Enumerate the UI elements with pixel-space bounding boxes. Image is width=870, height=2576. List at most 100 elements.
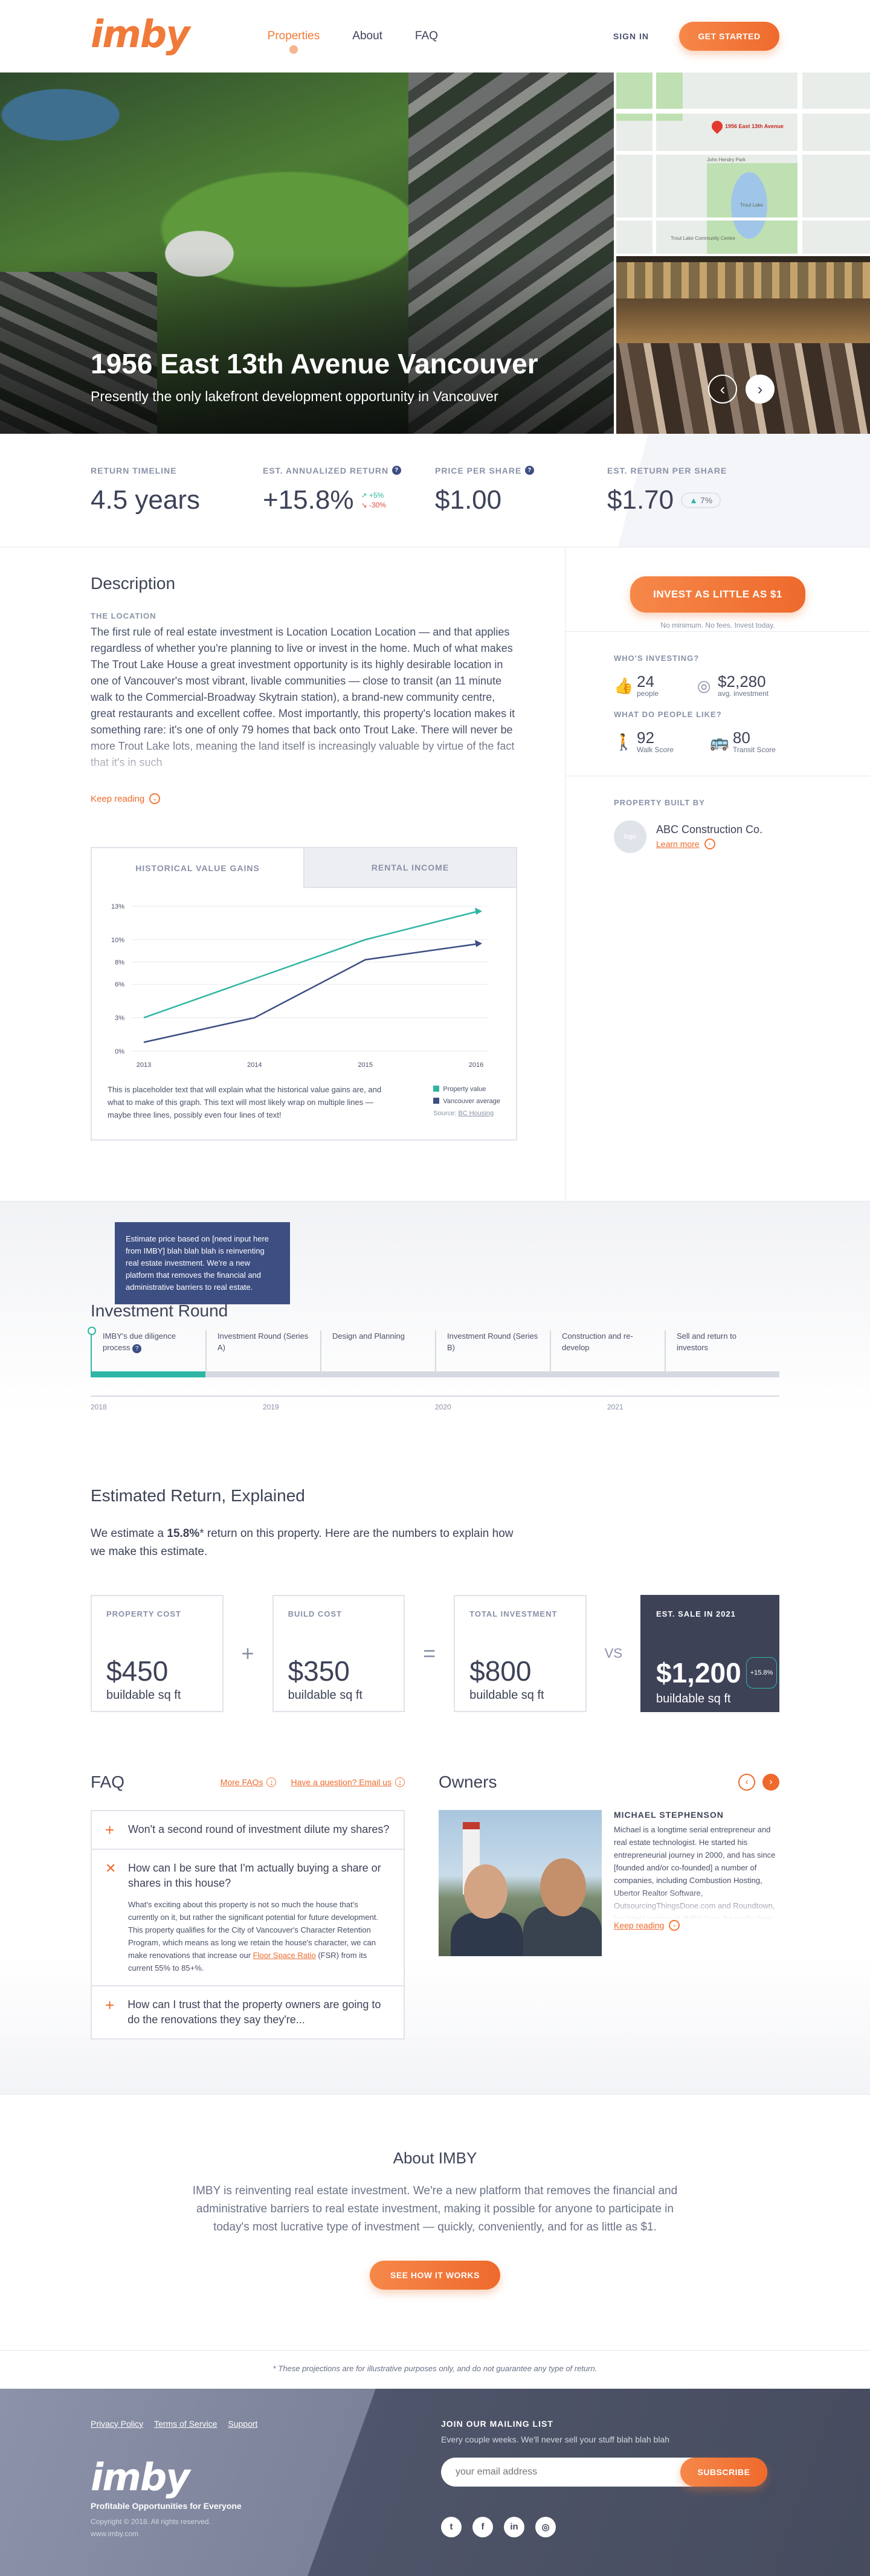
timeline-step[interactable]: Design and Planning bbox=[320, 1330, 435, 1377]
person-face bbox=[540, 1858, 586, 1916]
twitter-icon[interactable]: t bbox=[441, 2516, 462, 2537]
timeline-step[interactable]: Sell and return to investors bbox=[665, 1330, 779, 1377]
stat-label: EST. RETURN PER SHARE bbox=[607, 465, 727, 475]
legend-swatch bbox=[433, 1085, 440, 1092]
card-label: TOTAL INVESTMENT bbox=[469, 1609, 558, 1618]
nav-properties[interactable]: Properties bbox=[268, 30, 320, 54]
see-how-it-works-button[interactable]: SEE HOW IT WORKS bbox=[370, 2260, 500, 2290]
vs-operator: VS bbox=[604, 1645, 623, 1661]
build-cost-card: BUILD COST $350 buildable sq ft bbox=[272, 1594, 405, 1712]
timeline-step[interactable]: Construction and re-develop bbox=[550, 1330, 665, 1377]
step-label: Construction and re-develop bbox=[562, 1331, 633, 1352]
people-label: people bbox=[637, 689, 659, 698]
question-icon[interactable]: ? bbox=[525, 466, 535, 475]
header-actions: SIGN IN GET STARTED bbox=[613, 22, 779, 51]
stat-value: +15.8% ↗ +5% ↘ -30% bbox=[263, 485, 435, 515]
faq-item-open[interactable]: ✕ How can I be sure that I'm actually bu… bbox=[92, 1849, 404, 1986]
chevron-left-icon[interactable]: ‹ bbox=[738, 1773, 755, 1791]
people-count: 👍 24 people bbox=[614, 674, 659, 698]
description-heading: Description bbox=[91, 574, 176, 593]
trend-down: ↘ -30% bbox=[361, 500, 386, 509]
get-started-button[interactable]: GET STARTED bbox=[679, 22, 779, 51]
x-tick-label: 2013 bbox=[137, 1061, 151, 1069]
chevron-left-icon[interactable]: ‹ bbox=[708, 375, 737, 404]
learn-more-link[interactable]: Learn more › bbox=[656, 839, 715, 849]
location-map[interactable]: 1956 East 13th Avenue Trout Lake John He… bbox=[614, 72, 870, 256]
trend-up-value: +5% bbox=[369, 491, 384, 500]
hero-image: 1956 East 13th Avenue Vancouver Presentl… bbox=[0, 72, 614, 434]
trend-down-value: -30% bbox=[369, 500, 386, 509]
timeline-step[interactable]: Investment Round (Series A) bbox=[205, 1330, 320, 1377]
description-text: The first rule of real estate investment… bbox=[91, 624, 517, 787]
hero: 1956 East 13th Avenue Vancouver Presentl… bbox=[0, 72, 870, 434]
mailing-title: JOIN OUR MAILING LIST bbox=[441, 2418, 553, 2429]
chevron-down-icon: ⌄ bbox=[669, 1919, 680, 1931]
keep-reading-link[interactable]: Keep reading ⌄ bbox=[91, 793, 161, 804]
chevron-right-icon[interactable]: › bbox=[746, 375, 775, 404]
facebook-icon[interactable]: f bbox=[472, 2516, 493, 2537]
estimated-title: Estimated Return, Explained bbox=[91, 1486, 305, 1505]
question-icon[interactable]: ? bbox=[132, 1344, 142, 1353]
chevron-right-icon[interactable]: › bbox=[762, 1773, 779, 1791]
tab-historical-value-gains[interactable]: HISTORICAL VALUE GAINS bbox=[92, 848, 303, 888]
owner-bio: Michael is a longtime serial entrepreneu… bbox=[614, 1823, 779, 1920]
site-footer: Privacy Policy Terms of Service Support … bbox=[0, 2388, 870, 2576]
legend-label: Property value bbox=[443, 1085, 486, 1093]
faq-item[interactable]: + How can I trust that the property owne… bbox=[92, 1986, 404, 2038]
stat-return-timeline: RETURN TIMELINE 4.5 years bbox=[91, 466, 263, 515]
map-pin-icon bbox=[709, 118, 725, 134]
property-cost-card: PROPERTY COST $450 buildable sq ft bbox=[91, 1594, 224, 1712]
trend-up: ↗ +5% bbox=[361, 491, 384, 500]
sign-in-link[interactable]: SIGN IN bbox=[613, 31, 649, 41]
bus-icon: 🚌 bbox=[709, 732, 730, 751]
footer-logo[interactable]: imby bbox=[91, 2458, 441, 2496]
tab-rental-income[interactable]: RENTAL INCOME bbox=[303, 848, 516, 888]
faq-content: How can I be sure that I'm actually buyi… bbox=[128, 1861, 390, 1974]
invest-button[interactable]: INVEST AS LITTLE AS $1 bbox=[630, 576, 805, 613]
disclaimer: * These projections are for illustrative… bbox=[0, 2351, 870, 2389]
builder-text: ABC Construction Co. Learn more › bbox=[656, 823, 762, 850]
logo[interactable]: imby bbox=[91, 12, 190, 56]
stat-label: EST. ANNUALIZED RETURN? bbox=[263, 466, 435, 475]
sale-estimate-card: EST. SALE IN 2021 $1,200 +15.8% buildable… bbox=[640, 1594, 780, 1712]
investors-section: WHO'S INVESTING? 👍 24 people ◎ $2,280 avg.… bbox=[566, 632, 870, 776]
page: imby Properties About FAQ SIGN IN GET ST… bbox=[0, 0, 870, 2576]
terms-link[interactable]: Terms of Service bbox=[154, 2419, 217, 2429]
map-road bbox=[616, 217, 870, 221]
price-value: $1.00 bbox=[435, 485, 502, 515]
timeline-step[interactable]: IMBY's due diligence process ? bbox=[88, 1326, 205, 1377]
faq-item[interactable]: + Won't a second round of investment dil… bbox=[92, 1811, 404, 1850]
stat-label-text: EST. ANNUALIZED RETURN bbox=[263, 465, 389, 475]
photo-people bbox=[616, 343, 870, 434]
map-road bbox=[652, 72, 656, 254]
faq-question: Won't a second round of investment dilut… bbox=[128, 1823, 390, 1835]
instagram-icon[interactable]: ◎ bbox=[535, 2516, 556, 2537]
stat-label: RETURN TIMELINE bbox=[91, 465, 177, 475]
more-faqs-label: More FAQs bbox=[220, 1777, 263, 1787]
nav-about[interactable]: About bbox=[352, 30, 382, 43]
owner-photo bbox=[439, 1809, 602, 1956]
owner-name: MICHAEL STEPHENSON bbox=[614, 1809, 724, 1820]
step-bar bbox=[91, 1371, 205, 1377]
location-label: THE LOCATION bbox=[91, 611, 156, 620]
question-icon[interactable]: ? bbox=[392, 466, 402, 475]
builder-name: ABC Construction Co. bbox=[656, 823, 763, 836]
support-link[interactable]: Support bbox=[228, 2419, 257, 2429]
timeline-step[interactable]: Investment Round (Series B) bbox=[435, 1330, 550, 1377]
linkedin-icon[interactable]: in bbox=[504, 2516, 524, 2537]
y-tick-label: 13% bbox=[111, 903, 124, 910]
email-us-link[interactable]: Have a question? Email us › bbox=[291, 1777, 405, 1787]
estimated-return-section: Estimated Return, Explained We estimate … bbox=[0, 1414, 870, 1748]
nav-faq[interactable]: FAQ bbox=[415, 30, 438, 43]
privacy-policy-link[interactable]: Privacy Policy bbox=[91, 2419, 143, 2429]
faq-list: + Won't a second round of investment dil… bbox=[91, 1809, 405, 2040]
street-photo[interactable] bbox=[614, 256, 870, 434]
step-bar bbox=[550, 1371, 665, 1377]
trend-indicator: ↗ +5% ↘ -30% bbox=[361, 491, 385, 510]
subscribe-button[interactable]: SUBSCRIBE bbox=[680, 2457, 767, 2487]
main-nav: Properties About FAQ bbox=[268, 30, 438, 54]
source-link[interactable]: BC Housing bbox=[458, 1110, 494, 1117]
more-faqs-link[interactable]: More FAQs › bbox=[221, 1777, 277, 1787]
floor-space-ratio-link[interactable]: Floor Space Ratio bbox=[253, 1951, 316, 1960]
owner-keep-reading[interactable]: Keep reading ⌄ bbox=[614, 1919, 680, 1931]
